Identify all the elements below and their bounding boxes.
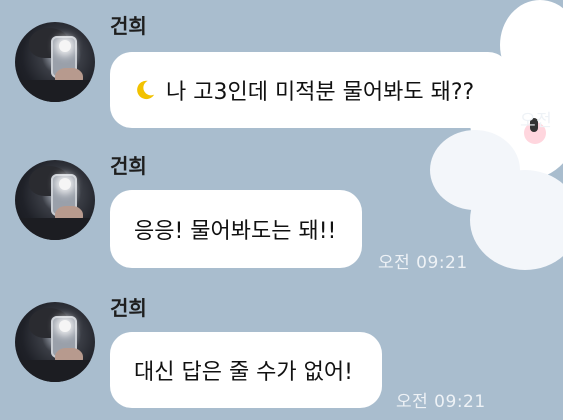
avatar-shirt xyxy=(15,218,95,240)
message-bubble[interactable]: 응응! 물어봐도는 돼!! xyxy=(110,190,362,268)
avatar-shirt xyxy=(15,360,95,382)
message-time: 오전 xyxy=(520,111,553,131)
avatar-shirt xyxy=(15,80,95,102)
sender-name: 건희 xyxy=(110,14,147,38)
sender-name: 건희 xyxy=(110,296,147,320)
message-time: 오전 09:21 xyxy=(378,253,468,273)
moon-icon xyxy=(137,80,155,100)
message-bubble[interactable]: 대신 답은 줄 수가 없어! xyxy=(110,332,382,408)
message-time: 오전 09:21 xyxy=(396,392,486,412)
sender-name: 건희 xyxy=(110,154,147,178)
avatar[interactable] xyxy=(15,302,95,382)
avatar-flash xyxy=(59,40,71,52)
message-text: 나 고3인데 미적분 물어봐도 돼?? xyxy=(166,80,475,105)
background-cloud xyxy=(470,170,563,270)
avatar-flash xyxy=(59,320,71,332)
avatar-flash xyxy=(59,178,71,190)
avatar[interactable] xyxy=(15,160,95,240)
message-bubble[interactable]: 나 고3인데 미적분 물어봐도 돼?? xyxy=(110,52,510,128)
avatar[interactable] xyxy=(15,22,95,102)
